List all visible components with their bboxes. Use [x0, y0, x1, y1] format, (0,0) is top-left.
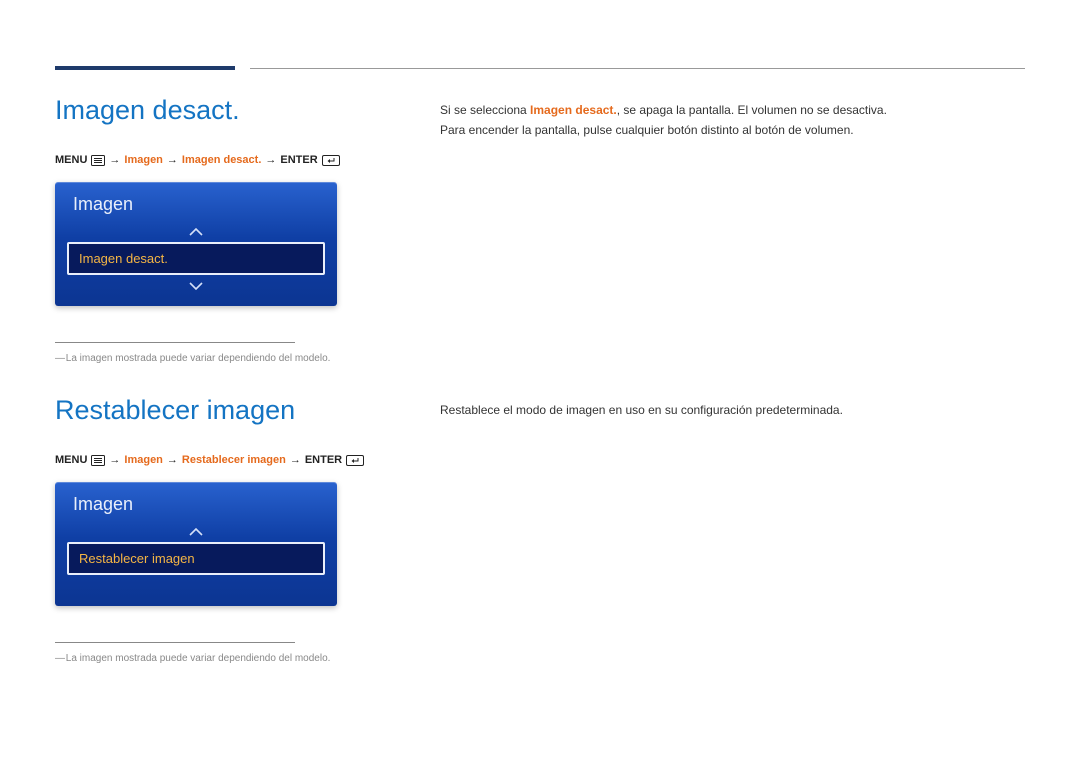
- footnote-text: La imagen mostrada puede variar dependie…: [55, 653, 415, 664]
- arrow-icon: →: [167, 454, 178, 466]
- menu-label: MENU: [55, 154, 87, 166]
- footnote-rule: [55, 342, 295, 343]
- menu-icon: [91, 455, 105, 466]
- header-thin-rule: [250, 68, 1025, 69]
- section-title: Imagen desact.: [55, 95, 415, 126]
- menu-icon: [91, 155, 105, 166]
- path-seg-restablecer: Restablecer imagen: [182, 454, 286, 466]
- header-thick-rule: [55, 66, 235, 70]
- osd-title: Imagen: [67, 492, 325, 523]
- arrow-icon: →: [109, 454, 120, 466]
- chevron-up-icon[interactable]: [67, 223, 325, 240]
- menu-label: MENU: [55, 454, 87, 466]
- osd-panel: Imagen Restablecer imagen: [55, 482, 337, 606]
- body-paragraph: Restablece el modo de imagen en uso en s…: [440, 400, 1025, 420]
- footnote-rule: [55, 642, 295, 643]
- path-seg-imagen: Imagen: [124, 454, 163, 466]
- arrow-icon: →: [109, 154, 120, 166]
- osd-selected-item[interactable]: Restablecer imagen: [67, 542, 325, 575]
- enter-icon: [346, 455, 364, 466]
- body-paragraph: Si se selecciona Imagen desact., se apag…: [440, 100, 1025, 120]
- path-seg-imagen: Imagen: [124, 154, 163, 166]
- enter-label: ENTER: [280, 154, 317, 166]
- menu-path: MENU → Imagen → Imagen desact. → ENTER: [55, 154, 415, 166]
- section-imagen-desact: Imagen desact. MENU → Imagen → Imagen de…: [55, 95, 415, 364]
- arrow-icon: →: [167, 154, 178, 166]
- menu-path: MENU → Imagen → Restablecer imagen → ENT…: [55, 454, 415, 466]
- arrow-icon: →: [290, 454, 301, 466]
- section-title: Restablecer imagen: [55, 395, 415, 426]
- body-paragraph: Para encender la pantalla, pulse cualqui…: [440, 120, 1025, 140]
- enter-label: ENTER: [305, 454, 342, 466]
- chevron-up-icon[interactable]: [67, 523, 325, 540]
- body-text-prefix: Si se selecciona: [440, 103, 530, 117]
- osd-title: Imagen: [67, 192, 325, 223]
- section-restablecer-imagen-body: Restablece el modo de imagen en uso en s…: [440, 400, 1025, 420]
- body-text-highlight: Imagen desact.: [530, 103, 617, 117]
- path-seg-imagen-desact: Imagen desact.: [182, 154, 261, 166]
- osd-panel: Imagen Imagen desact.: [55, 182, 337, 306]
- arrow-icon: →: [265, 154, 276, 166]
- enter-icon: [322, 155, 340, 166]
- section-imagen-desact-body: Si se selecciona Imagen desact., se apag…: [440, 100, 1025, 141]
- footnote-text: La imagen mostrada puede variar dependie…: [55, 353, 415, 364]
- chevron-down-icon[interactable]: [67, 277, 325, 294]
- section-restablecer-imagen: Restablecer imagen MENU → Imagen → Resta…: [55, 395, 415, 664]
- body-text-suffix: , se apaga la pantalla. El volumen no se…: [617, 103, 887, 117]
- osd-selected-item[interactable]: Imagen desact.: [67, 242, 325, 275]
